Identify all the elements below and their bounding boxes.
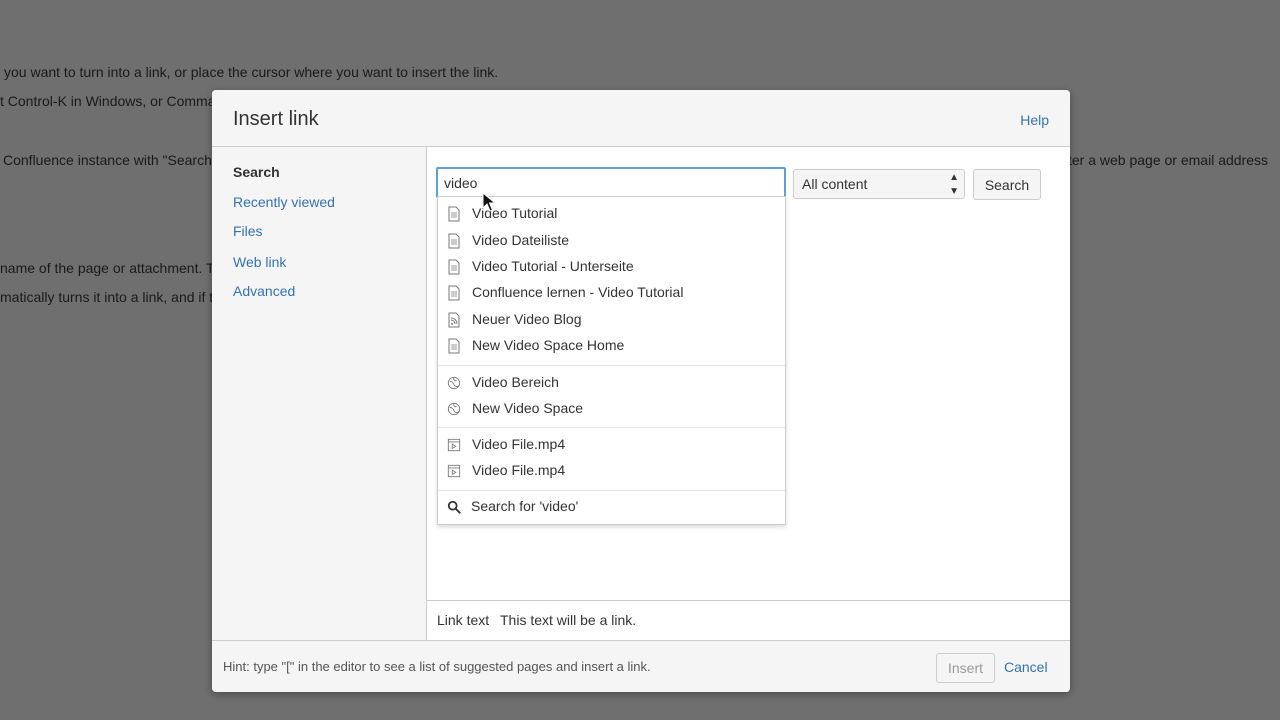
space-icon <box>447 376 461 390</box>
dialog-footer: Hint: type "[" in the editor to see a li… <box>212 640 1070 692</box>
video-file-icon <box>447 438 461 452</box>
suggestion-item[interactable]: Video Dateiliste <box>438 228 785 254</box>
suggestion-item[interactable]: Video Bereich <box>438 370 785 396</box>
link-text-input[interactable]: This text will be a link. <box>500 612 636 628</box>
sidebar-item-files[interactable]: Files <box>233 223 263 239</box>
dialog-header: Insert link Help <box>212 90 1070 147</box>
suggestion-label: Video Tutorial - Unterseite <box>472 258 634 274</box>
hint-text: Hint: type "[" in the editor to see a li… <box>223 659 651 674</box>
scope-select-value: All content <box>802 176 868 192</box>
sidebar-item-search[interactable]: Search <box>233 164 280 180</box>
suggestion-item[interactable]: Video File.mp4 <box>438 458 785 484</box>
dialog-title: Insert link <box>233 108 319 130</box>
video-file-icon <box>447 464 461 478</box>
scope-select[interactable]: All content ▲ ▼ <box>793 169 965 199</box>
link-text-label: Link text <box>437 612 490 628</box>
background-text-line: ter a web page or email address <box>1068 152 1268 168</box>
mouse-cursor-icon <box>482 192 496 212</box>
sidebar-item-recently-viewed[interactable]: Recently viewed <box>233 194 335 210</box>
suggestion-item[interactable]: New Video Space <box>438 396 785 422</box>
space-icon <box>447 402 461 416</box>
suggestion-item[interactable]: Confluence lernen - Video Tutorial <box>438 280 785 306</box>
suggestion-item[interactable]: Video Tutorial - Unterseite <box>438 254 785 280</box>
suggestion-item[interactable]: Neuer Video Blog <box>438 307 785 333</box>
link-text-row: Link text This text will be a link. <box>427 600 1070 640</box>
insert-button[interactable]: Insert <box>936 653 995 683</box>
suggestion-item[interactable]: Video File.mp4 <box>438 432 785 458</box>
suggestion-item[interactable]: New Video Space Home <box>438 333 785 359</box>
suggestion-label: Video Dateiliste <box>472 232 570 248</box>
divider <box>438 365 785 366</box>
background-text-line: matically turns it into a link, and if t <box>0 289 214 305</box>
page-icon <box>448 259 460 275</box>
suggestion-label: New Video Space Home <box>472 337 625 353</box>
cancel-link[interactable]: Cancel <box>1004 659 1048 675</box>
background-text-line: t Control-K in Windows, or Comma <box>0 93 216 109</box>
background-text-line: name of the page or attachment. T <box>0 260 215 276</box>
suggestion-label: Video File.mp4 <box>472 462 566 478</box>
page-icon <box>448 285 460 301</box>
page-icon <box>448 206 460 222</box>
divider <box>438 427 785 428</box>
divider <box>438 490 785 491</box>
search-for-item[interactable]: Search for 'video' <box>438 494 785 520</box>
suggestion-label: Video File.mp4 <box>472 436 566 452</box>
help-link[interactable]: Help <box>1020 112 1049 128</box>
select-arrows-icon: ▲ ▼ <box>949 172 959 197</box>
sidebar-item-advanced[interactable]: Advanced <box>233 283 295 299</box>
suggestion-label: Video Bereich <box>472 374 559 390</box>
search-icon <box>447 500 461 514</box>
background-text-line: you want to turn into a link, or place t… <box>4 64 499 80</box>
suggestion-label: Neuer Video Blog <box>472 311 582 327</box>
search-for-label: Search for 'video' <box>471 498 579 514</box>
page-icon <box>448 338 460 354</box>
sidebar-item-web-link[interactable]: Web link <box>233 254 286 270</box>
suggestion-label: Confluence lernen - Video Tutorial <box>472 284 684 300</box>
page-icon <box>448 233 460 249</box>
background-text-line: Confluence instance with "Search <box>3 152 212 168</box>
suggestion-label: New Video Space <box>472 400 584 416</box>
search-suggestions-dropdown: Video Tutorial Video Dateiliste Video Tu… <box>437 196 786 525</box>
sidebar: Search Recently viewed Files Web link Ad… <box>212 147 427 640</box>
search-button[interactable]: Search <box>973 169 1041 200</box>
blog-icon <box>448 312 460 328</box>
